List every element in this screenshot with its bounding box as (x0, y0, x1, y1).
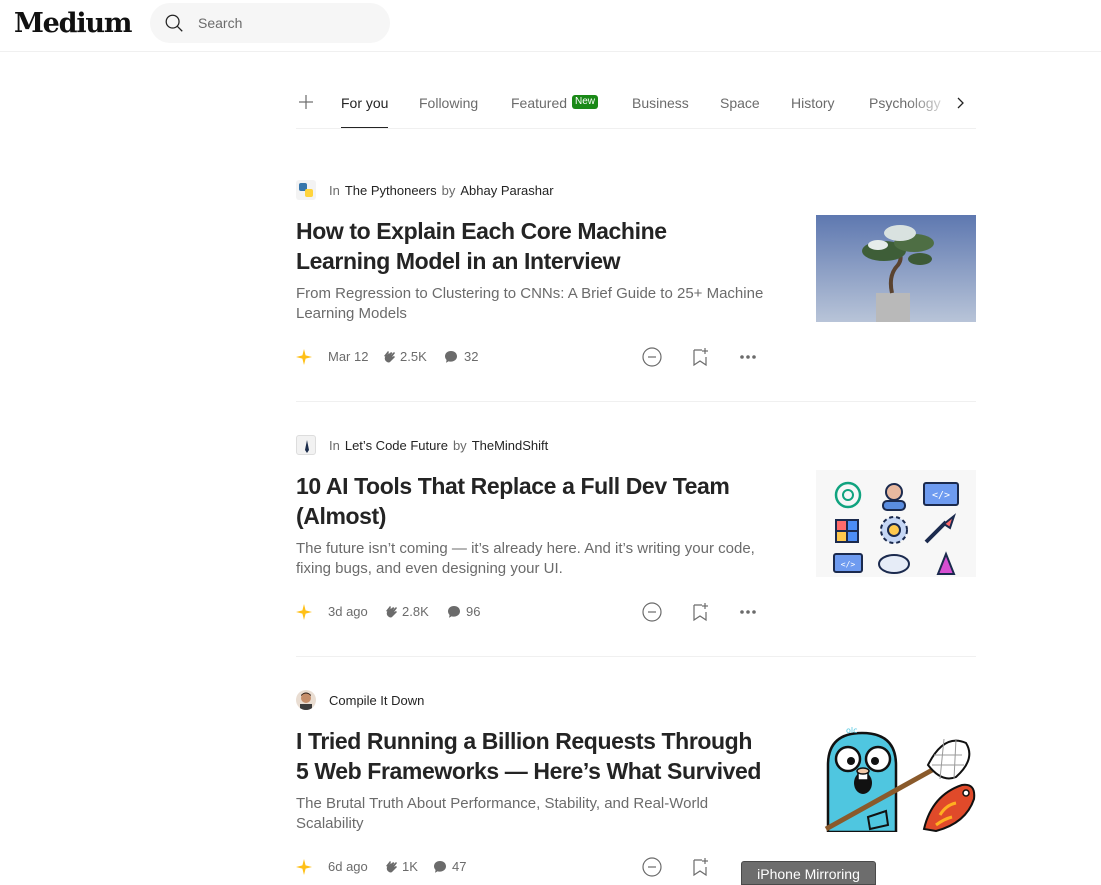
article-thumbnail[interactable]: olc (816, 725, 976, 832)
response-count: 96 (466, 604, 481, 619)
svg-text:olc: olc (846, 726, 858, 735)
article-footer: 6d ago 1K 47 (296, 856, 766, 878)
response-icon (445, 351, 457, 363)
author-name[interactable]: Compile It Down (329, 693, 424, 708)
in-label: In (329, 437, 340, 453)
article-title[interactable]: 10 AI Tools That Replace a Full Dev Team… (296, 471, 766, 531)
clap-count: 2.8K (402, 604, 429, 619)
active-tab-indicator (341, 127, 388, 128)
response-icon (448, 606, 460, 618)
publication-name[interactable]: The Pythoneers (345, 183, 437, 198)
medium-logo[interactable]: Medium (14, 8, 132, 39)
clap-icon (386, 861, 397, 873)
plus-icon[interactable] (298, 94, 314, 110)
clap-icon (384, 351, 395, 363)
article-thumbnail[interactable] (816, 215, 976, 322)
search-icon (165, 14, 183, 32)
response-count: 47 (452, 859, 467, 874)
clap-count: 1K (402, 859, 418, 874)
show-less-icon[interactable] (641, 346, 663, 368)
tab-business[interactable]: Business (632, 95, 689, 111)
bookmark-add-icon[interactable] (689, 346, 711, 368)
more-icon[interactable] (737, 346, 759, 368)
show-less-icon[interactable] (641, 601, 663, 623)
article-footer: Mar 12 2.5K 32 (296, 346, 766, 368)
article-meta: In Let’s Code Future by TheMindShift (296, 435, 548, 455)
article-subtitle[interactable]: The Brutal Truth About Performance, Stab… (296, 794, 766, 834)
publish-date: 3d ago (328, 604, 368, 619)
tabs-fade (906, 84, 956, 126)
top-bar: Medium (0, 0, 1101, 52)
bookmark-add-icon[interactable] (689, 856, 711, 878)
publish-date: 6d ago (328, 859, 368, 874)
author-name[interactable]: Abhay Parashar (460, 183, 553, 198)
chevron-right-icon[interactable] (954, 96, 968, 110)
article-divider (296, 401, 976, 402)
article-meta: Compile It Down (296, 690, 424, 710)
publication-avatar[interactable] (296, 180, 316, 200)
feed-tabs: For you Following Featured New Business … (296, 84, 976, 129)
author-name[interactable]: TheMindShift (472, 438, 549, 453)
response-icon (434, 861, 446, 873)
author-avatar[interactable] (296, 690, 316, 710)
response-count: 32 (464, 349, 479, 364)
new-badge: New (572, 95, 599, 109)
clap-count: 2.5K (400, 349, 427, 364)
article-subtitle[interactable]: From Regression to Clustering to CNNs: A… (296, 284, 766, 324)
more-icon[interactable] (737, 601, 759, 623)
publish-date: Mar 12 (328, 349, 369, 364)
search-input[interactable] (198, 13, 378, 33)
by-label: by (452, 437, 467, 453)
tab-featured[interactable]: Featured (511, 95, 567, 111)
svg-text:</>: </> (932, 490, 950, 501)
tab-history[interactable]: History (791, 95, 835, 111)
publication-name[interactable]: Let’s Code Future (345, 438, 448, 453)
tab-space[interactable]: Space (720, 95, 760, 111)
tab-for-you[interactable]: For you (341, 95, 388, 111)
article-title[interactable]: How to Explain Each Core Machine Learnin… (296, 216, 766, 276)
clap-icon (386, 606, 397, 618)
article-title[interactable]: I Tried Running a Billion Requests Throu… (296, 726, 766, 786)
search-box[interactable] (150, 3, 390, 43)
svg-text:</>: </> (841, 560, 856, 569)
article-subtitle[interactable]: The future isn’t coming — it’s already h… (296, 539, 766, 579)
member-star-icon (296, 859, 312, 875)
publication-avatar[interactable] (296, 435, 316, 455)
show-less-icon[interactable] (641, 856, 663, 878)
article-thumbnail[interactable]: </> </> (816, 470, 976, 577)
member-star-icon (296, 349, 312, 365)
article-divider (296, 656, 976, 657)
article-meta: In The Pythoneers by Abhay Parashar (296, 180, 554, 200)
in-label: In (329, 182, 340, 198)
by-label: by (441, 182, 456, 198)
member-star-icon (296, 604, 312, 620)
article-footer: 3d ago 2.8K 96 (296, 601, 766, 623)
tab-following[interactable]: Following (419, 95, 478, 111)
iphone-mirroring-label[interactable]: iPhone Mirroring (741, 861, 876, 885)
bookmark-add-icon[interactable] (689, 601, 711, 623)
